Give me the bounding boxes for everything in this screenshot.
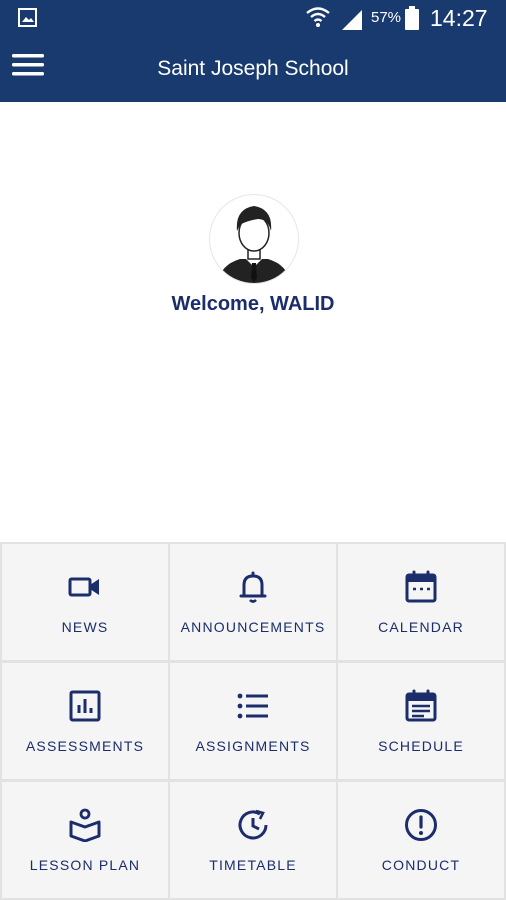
history-clock-icon [238, 809, 268, 840]
menu-grid: NEWS ANNOUNCEMENTS CALENDAR ASSESSMENTS [0, 542, 506, 900]
menu-tile-conduct[interactable]: CONDUCT [338, 782, 504, 898]
bar-chart-icon [69, 690, 101, 722]
menu-tile-lesson-plan[interactable]: LESSON PLAN [2, 782, 168, 898]
menu-tile-announcements[interactable]: ANNOUNCEMENTS [170, 544, 336, 660]
tile-label: TIMETABLE [209, 857, 297, 873]
tile-label: LESSON PLAN [29, 857, 141, 873]
list-icon [237, 693, 268, 719]
calendar-icon [405, 570, 437, 603]
app-title: Saint Joseph School [157, 57, 349, 80]
tile-label: ASSIGNMENTS [195, 738, 311, 754]
alert-circle-icon [405, 809, 437, 841]
book-reader-icon [69, 808, 101, 842]
tile-label: CALENDAR [378, 619, 464, 635]
tile-label: CONDUCT [381, 857, 461, 873]
status-bar: 57% 14:27 [0, 0, 506, 38]
battery-percent: 57% [371, 9, 402, 26]
bell-icon [239, 571, 267, 603]
signal-icon [342, 10, 362, 30]
menu-tile-assignments[interactable]: ASSIGNMENTS [170, 663, 336, 779]
app-bar: Saint Joseph School [0, 38, 506, 102]
menu-tile-assessments[interactable]: ASSESSMENTS [2, 663, 168, 779]
avatar [209, 194, 299, 284]
gallery-icon [18, 8, 37, 27]
tile-label: SCHEDULE [378, 738, 464, 754]
welcome-message: Welcome, WALID [171, 293, 335, 315]
tile-label: ANNOUNCEMENTS [180, 619, 326, 635]
tile-label: NEWS [61, 619, 109, 635]
user-avatar-icon [218, 206, 290, 283]
clock: 14:27 [430, 5, 488, 31]
video-camera-icon [68, 577, 99, 597]
menu-tile-calendar[interactable]: CALENDAR [338, 544, 504, 660]
wifi-icon [306, 7, 330, 27]
schedule-icon [405, 689, 437, 722]
battery-icon [405, 6, 419, 30]
tile-label: ASSESSMENTS [25, 738, 145, 754]
menu-tile-timetable[interactable]: TIMETABLE [170, 782, 336, 898]
menu-tile-news[interactable]: NEWS [2, 544, 168, 660]
menu-tile-schedule[interactable]: SCHEDULE [338, 663, 504, 779]
